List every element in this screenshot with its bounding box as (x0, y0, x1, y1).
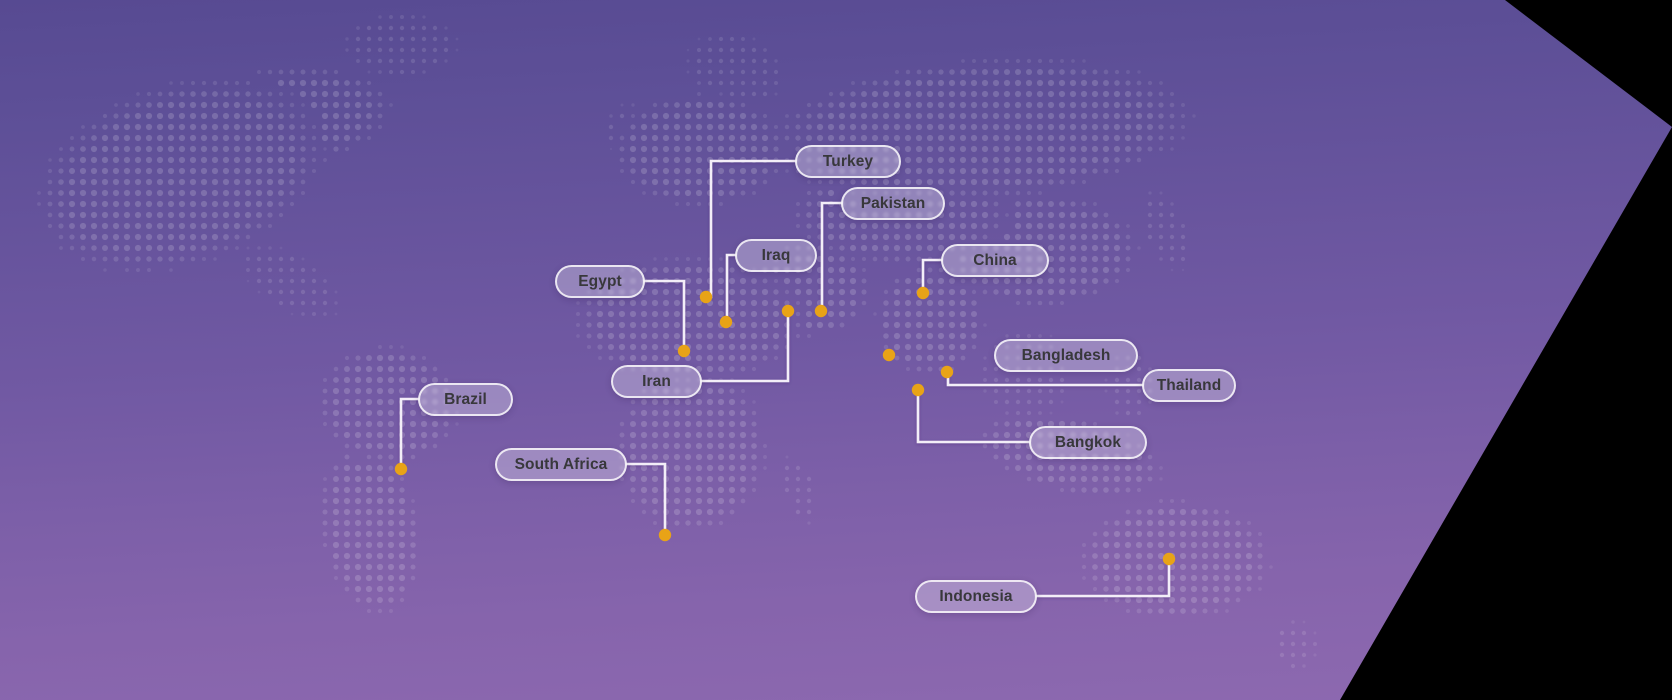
map-label-text: Thailand (1157, 377, 1222, 395)
map-label-text: South Africa (515, 456, 608, 474)
map-label-turkey[interactable]: Turkey (795, 145, 901, 178)
map-label-bangkok[interactable]: Bangkok (1029, 426, 1147, 459)
map-label-text: Indonesia (939, 588, 1012, 606)
map-label-brazil[interactable]: Brazil (418, 383, 513, 416)
map-label-iran[interactable]: Iran (611, 365, 702, 398)
map-label-text: Turkey (823, 153, 873, 171)
map-label-south-africa[interactable]: South Africa (495, 448, 627, 481)
map-label-china[interactable]: China (941, 244, 1049, 277)
map-label-text: Iraq (762, 247, 791, 265)
map-label-text: Brazil (444, 391, 487, 409)
map-label-indonesia[interactable]: Indonesia (915, 580, 1037, 613)
purple-gradient-panel (0, 0, 1672, 700)
map-label-text: Bangladesh (1022, 347, 1111, 365)
map-label-bangladesh[interactable]: Bangladesh (994, 339, 1138, 372)
map-label-egypt[interactable]: Egypt (555, 265, 645, 298)
map-label-iraq[interactable]: Iraq (735, 239, 817, 272)
map-label-text: Egypt (578, 273, 622, 291)
world-map-panel: Turkey Pakistan Iraq China Egypt Bangladesh Th… (0, 0, 1672, 700)
map-label-text: China (973, 252, 1017, 270)
map-label-pakistan[interactable]: Pakistan (841, 187, 945, 220)
map-label-text: Bangkok (1055, 434, 1121, 452)
map-label-text: Pakistan (861, 195, 926, 213)
map-label-text: Iran (642, 373, 671, 391)
map-label-thailand[interactable]: Thailand (1142, 369, 1236, 402)
